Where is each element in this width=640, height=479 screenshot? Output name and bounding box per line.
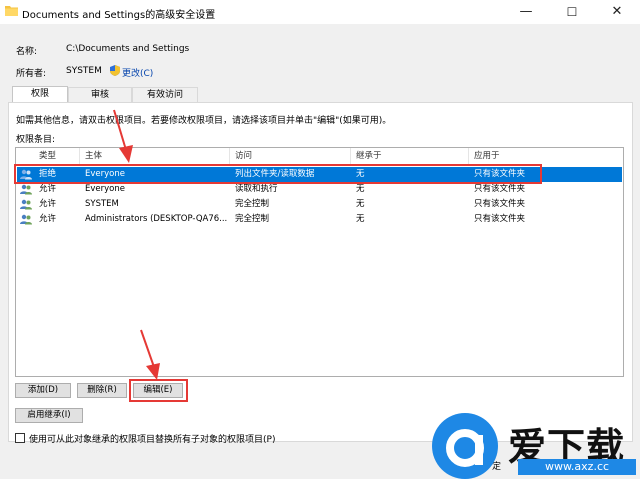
- owner-label: 所有者:: [16, 69, 47, 79]
- row-inherited: 无: [356, 214, 365, 224]
- row-type: 允许: [39, 214, 57, 224]
- row-applies-to: 只有该文件夹: [474, 199, 526, 209]
- tab-auditing[interactable]: 审核: [68, 87, 132, 102]
- column-header-inherited[interactable]: 继承于: [351, 148, 469, 164]
- users-icon: [20, 214, 32, 225]
- watermark-logo-icon: [432, 413, 498, 479]
- row-principal: Administrators (DESKTOP-QA76...: [85, 214, 228, 224]
- row-type: 允许: [39, 199, 57, 209]
- annotation-highlight-row: [14, 164, 542, 184]
- uac-shield-icon: [110, 65, 120, 76]
- tab-effective-access[interactable]: 有效访问: [132, 87, 198, 102]
- users-icon: [20, 184, 32, 195]
- window-title: Documents and Settings的高级安全设置: [22, 10, 216, 21]
- table-row[interactable]: 允许 Everyone 读取和执行 无 只有该文件夹: [17, 182, 622, 197]
- add-button[interactable]: 添加(D): [15, 383, 71, 398]
- watermark-url: www.axz.cc: [518, 459, 636, 475]
- name-label: 名称:: [16, 47, 38, 57]
- permission-entries-label: 权限条目:: [16, 135, 56, 145]
- row-access: 读取和执行: [235, 184, 278, 194]
- row-access: 完全控制: [235, 199, 270, 209]
- change-owner-link[interactable]: 更改(C): [122, 66, 153, 79]
- table-row[interactable]: 允许 Administrators (DESKTOP-QA76... 完全控制 …: [17, 212, 622, 227]
- column-header-type[interactable]: 类型: [34, 148, 80, 164]
- replace-permissions-checkbox[interactable]: [15, 433, 25, 443]
- remove-button[interactable]: 删除(R): [77, 383, 127, 398]
- row-principal: Everyone: [85, 184, 125, 194]
- info-text: 如需其他信息，请双击权限项目。若要修改权限项目，请选择该项目并单击"编辑"(如果…: [16, 116, 392, 126]
- column-header-access[interactable]: 访问: [230, 148, 351, 164]
- minimize-button[interactable]: —: [503, 0, 549, 24]
- table-row[interactable]: 允许 SYSTEM 完全控制 无 只有该文件夹: [17, 197, 622, 212]
- replace-permissions-label: 使用可从此对象继承的权限项目替换所有子对象的权限项目(P): [29, 435, 276, 445]
- folder-icon: [5, 6, 18, 16]
- maximize-button[interactable]: ☐: [549, 0, 595, 24]
- users-icon: [20, 199, 32, 210]
- row-inherited: 无: [356, 199, 365, 209]
- row-inherited: 无: [356, 184, 365, 194]
- row-applies-to: 只有该文件夹: [474, 184, 526, 194]
- title-bar: Documents and Settings的高级安全设置 — ☐ ✕: [0, 0, 640, 24]
- row-access: 完全控制: [235, 214, 270, 224]
- column-header-principal[interactable]: 主体: [80, 148, 230, 164]
- row-applies-to: 只有该文件夹: [474, 214, 526, 224]
- owner-value: SYSTEM: [66, 66, 102, 76]
- name-value: C:\Documents and Settings: [66, 44, 190, 54]
- annotation-highlight-edit: [129, 379, 188, 402]
- column-header-applies-to[interactable]: 应用于: [469, 148, 623, 164]
- close-button[interactable]: ✕: [594, 0, 640, 24]
- tab-permissions[interactable]: 权限: [12, 86, 68, 103]
- enable-inheritance-button[interactable]: 启用继承(I): [15, 408, 83, 423]
- row-principal: SYSTEM: [85, 199, 119, 209]
- row-type: 允许: [39, 184, 57, 194]
